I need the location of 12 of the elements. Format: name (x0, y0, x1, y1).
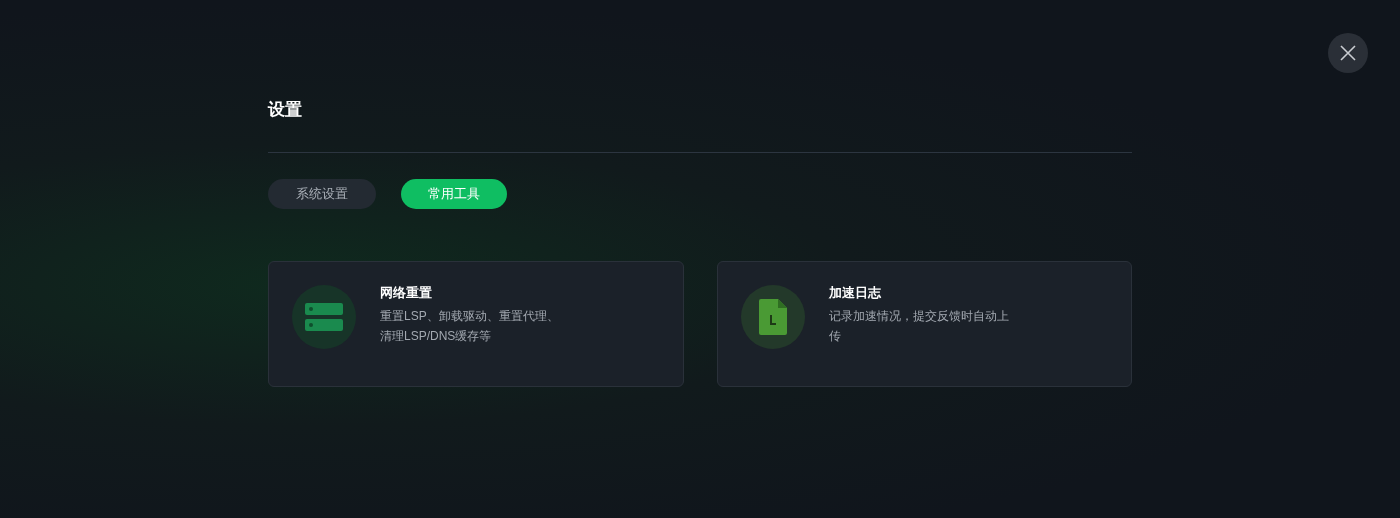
server-icon (305, 303, 343, 331)
close-icon (1340, 45, 1356, 61)
document-clock-icon (758, 299, 787, 335)
tab[interactable]: 系统设置 (268, 179, 376, 209)
tool-title: 加速日志 (828, 284, 882, 302)
tool-description: 重置LSP、卸载驱动、重置代理、 清理LSP/DNS缓存等 (380, 308, 559, 345)
tool-description: 记录加速情况，提交反馈时自动上 传 (828, 308, 1009, 345)
tool-card[interactable]: 加速日志 记录加速情况，提交反馈时自动上 传 (716, 261, 1132, 387)
close-button[interactable] (1328, 33, 1368, 73)
tool-card[interactable]: 网络重置 重置LSP、卸载驱动、重置代理、 清理LSP/DNS缓存等 (268, 261, 684, 387)
tool-title: 网络重置 (380, 284, 433, 302)
dialog-title: 设置 (268, 99, 302, 121)
